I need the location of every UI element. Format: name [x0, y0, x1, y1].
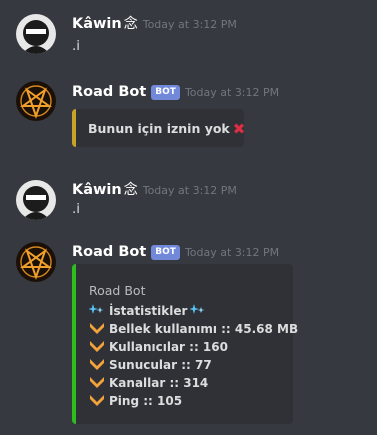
stat-text: Sunucular :: 77: [109, 358, 212, 372]
stat-text: Ping :: 105: [109, 394, 183, 408]
stat-line: Kanallar :: 314: [89, 375, 208, 393]
cross-mark-icon: ✖: [232, 120, 246, 138]
message-3: Kâwin 念 Today at 3:12 PM .i: [0, 170, 377, 240]
stat-text: Kullanıcılar :: 160: [109, 340, 228, 354]
username[interactable]: Road Bot: [72, 84, 146, 100]
timestamp: Today at 3:12 PM: [184, 246, 280, 259]
embed-card: Road Bot İstatistikler Bellek kullanımı …: [72, 264, 298, 424]
orange-chevron-icon: [90, 323, 104, 334]
embed-title: İstatistikler: [89, 303, 206, 321]
avatar-image: [16, 180, 56, 220]
sparkle-blue-icon: [89, 304, 104, 314]
user-avatar[interactable]: [16, 180, 56, 220]
stat-text: Kanallar :: 314: [109, 376, 209, 390]
stat-line: Ping :: 105: [89, 393, 182, 411]
orange-chevron-icon: [90, 341, 104, 352]
avatar-image: [16, 14, 56, 54]
message-text: .i: [72, 38, 81, 54]
bot-avatar[interactable]: [16, 242, 56, 282]
embed-author[interactable]: Road Bot: [89, 283, 145, 298]
username-ornament: 念: [123, 182, 138, 198]
username[interactable]: Road Bot: [72, 244, 146, 260]
orange-chevron-icon: [90, 377, 104, 388]
message-4: Road Bot BOT Today at 3:12 PM Road Bot İst…: [0, 232, 377, 435]
stat-text: Bellek kullanımı :: 45.68 MB: [109, 322, 299, 336]
message-1: Kâwin 念 Today at 3:12 PM .i: [0, 0, 377, 70]
username[interactable]: Kâwin: [72, 182, 122, 198]
bot-avatar[interactable]: [16, 81, 56, 121]
user-avatar[interactable]: [16, 14, 56, 54]
message-2: Road Bot BOT Today at 3:12 PM Bunun için i…: [0, 70, 377, 170]
sparkle-blue-icon: [190, 304, 205, 314]
timestamp: Today at 3:12 PM: [184, 86, 280, 99]
timestamp: Today at 3:12 PM: [142, 184, 237, 197]
pentagram-avatar-icon: [16, 81, 56, 121]
orange-chevron-icon: [90, 359, 104, 370]
username-ornament: 念: [123, 16, 138, 32]
username[interactable]: Kâwin: [72, 16, 122, 32]
embed-title-text: İstatistikler: [109, 304, 188, 318]
stat-line: Bellek kullanımı :: 45.68 MB: [89, 321, 298, 339]
bot-tag: BOT: [151, 85, 180, 100]
bot-tag: BOT: [151, 245, 180, 260]
pentagram-avatar-icon: [16, 242, 56, 282]
embed-description: Bunun için iznin yok: [88, 121, 230, 136]
message-text: .i: [72, 201, 81, 217]
embed-card: Bunun için iznin yok ✖: [72, 109, 246, 147]
orange-chevron-icon: [90, 395, 104, 406]
stat-line: Sunucular :: 77: [89, 357, 212, 375]
stat-line: Kullanıcılar :: 160: [89, 339, 228, 357]
timestamp: Today at 3:12 PM: [142, 18, 237, 31]
